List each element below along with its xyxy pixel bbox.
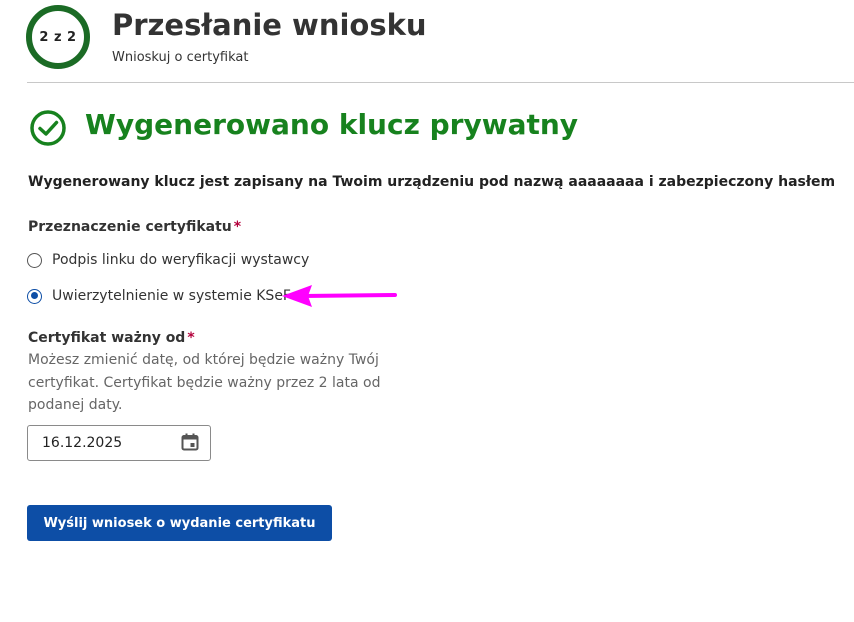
purpose-label: Przeznaczenie certyfikatu *: [28, 219, 241, 235]
radio-option-ksef-authentication[interactable]: Uwierzytelnienie w systemie KSeF: [27, 288, 291, 304]
valid-from-label: Certyfikat ważny od *: [28, 330, 195, 346]
step-indicator: 2 z 2: [26, 5, 90, 69]
submit-certificate-request-button[interactable]: Wyślij wniosek o wydanie certyfikatu: [27, 505, 332, 541]
key-info-text: Wygenerowany klucz jest zapisany na Twoi…: [28, 174, 836, 190]
date-input[interactable]: [42, 435, 172, 451]
radio-label: Uwierzytelnienie w systemie KSeF: [52, 288, 291, 304]
required-marker: *: [187, 330, 195, 346]
calendar-icon[interactable]: [180, 432, 200, 452]
valid-from-label-text: Certyfikat ważny od: [28, 330, 186, 346]
radio-label: Podpis linku do weryfikacji wystawcy: [52, 252, 310, 268]
required-marker: *: [233, 219, 242, 235]
valid-from-help-text: Możesz zmienić datę, od której będzie wa…: [28, 352, 381, 413]
date-field[interactable]: [27, 425, 211, 461]
radio-button[interactable]: [27, 252, 42, 268]
page-title: Przesłanie wniosku: [112, 8, 427, 42]
annotation-arrow-icon: [282, 285, 397, 307]
radio-button-selected[interactable]: [27, 288, 42, 304]
header-divider: [27, 82, 854, 83]
radio-option-verification-link[interactable]: Podpis linku do weryfikacji wystawcy: [27, 252, 309, 268]
check-circle-icon: [30, 110, 66, 146]
step-indicator-text: 2 z 2: [39, 29, 77, 45]
page-subtitle: Wnioskuj o certyfikat: [112, 50, 249, 65]
success-title: Wygenerowano klucz prywatny: [85, 108, 579, 141]
purpose-label-text: Przeznaczenie certyfikatu: [28, 219, 232, 235]
